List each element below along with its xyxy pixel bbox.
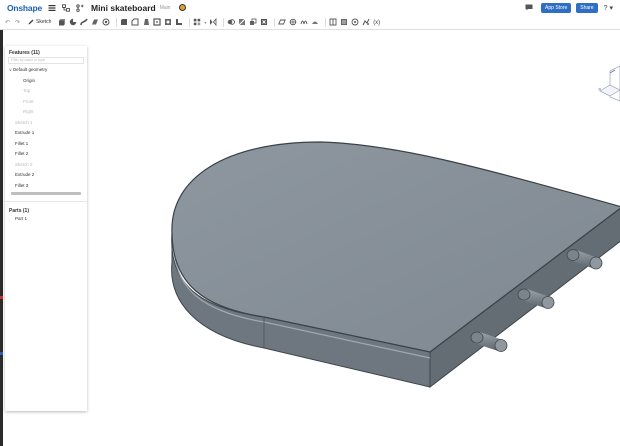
feature-item-label: Extrude 1 [15,130,35,135]
hole-icon[interactable] [164,18,172,26]
parts-header[interactable]: Parts (1) [5,202,87,214]
feature-toolbar: ↶ ↷ Sketch ▾ (x) [0,15,620,30]
pattern-dropdown-icon[interactable]: ▾ [204,20,206,25]
app-store-button[interactable]: App Store [541,2,572,13]
feature-item[interactable]: Origin [5,76,87,87]
draft-icon[interactable] [142,18,150,26]
feature-item-label: Top [23,88,31,93]
feature-item-label: Front [23,98,34,104]
thicken-icon[interactable] [102,18,110,26]
document-tree-icon[interactable] [62,3,70,12]
graphics-viewport[interactable] [88,31,620,446]
feature-item[interactable]: Top [5,86,87,97]
sketch-button[interactable]: Sketch [28,19,51,25]
toolbar-divider [274,17,276,27]
toolbar-divider [189,17,191,27]
loft-icon[interactable] [91,18,99,26]
feature-item[interactable]: Fillet 1 [5,139,87,150]
part-render[interactable] [88,31,620,446]
shell-icon[interactable] [153,18,161,26]
edge-accent [0,296,3,299]
onshape-logo[interactable]: Onshape [7,3,42,13]
undo-icon[interactable]: ↶ [5,19,10,26]
split-icon[interactable] [238,18,246,26]
feature-tree: ∨Default geometry Origin Top Front Right Sket… [5,65,87,191]
document-title[interactable]: Mini skateboard [91,3,156,13]
top-bar: Onshape Mini skateboard Main App Store S… [0,0,620,15]
feature-item[interactable]: Extrude 1 [5,128,87,139]
delete-part-icon[interactable] [260,18,268,26]
render-icon[interactable] [362,18,370,26]
helix-icon[interactable] [300,18,308,26]
view-cube-corner[interactable] [598,88,602,91]
feature-item[interactable]: Fillet 2 [5,149,87,160]
feature-item-label: Fillet 3 [15,182,29,188]
workspace-label[interactable]: Main [160,5,171,11]
feature-item[interactable]: Front [5,97,87,108]
feature-item-label: Sketch 1 [15,119,33,125]
share-button[interactable]: Share [576,2,598,13]
edge-accent [0,352,3,355]
comment-icon[interactable] [525,4,533,11]
features-header[interactable]: Features (11) [5,46,87,56]
part-item[interactable]: Part 1 [5,214,87,225]
toolbar-divider [223,17,225,27]
boolean-icon[interactable] [227,18,236,26]
feature-item[interactable]: Right [5,107,87,118]
measure-icon[interactable] [340,18,348,26]
left-edge-strip [0,0,3,446]
feature-item-label: Sketch 2 [15,161,33,167]
feature-list-scrollbar[interactable] [11,192,81,195]
feature-item[interactable]: Sketch 2 [5,160,87,171]
pattern-icon[interactable] [193,18,201,26]
help-icon[interactable]: ? ▾ [604,4,613,12]
section-view-icon[interactable] [329,18,337,26]
part-item-label: Part 1 [15,215,28,221]
sweep-icon[interactable] [80,18,89,26]
feature-item[interactable]: ∨Default geometry [5,65,87,76]
surface-icon[interactable] [311,18,319,26]
feature-item-label: Fillet 1 [15,140,29,146]
feature-item[interactable]: Sketch 1 [5,118,87,129]
feature-filter-input[interactable]: Filter by name or type [8,57,84,64]
mate-connector-icon[interactable] [289,18,297,26]
parts-list: Part 1 [5,214,87,225]
feature-item-label: Fillet 2 [15,151,29,156]
plane-icon[interactable] [278,18,287,26]
feature-item-label: Origin [23,77,36,83]
toolbar-divider [116,17,118,27]
top-bar-actions: App Store Share ? ▾ [525,0,620,15]
feature-item[interactable]: Fillet 3 [5,181,87,192]
revolve-icon[interactable] [69,18,77,26]
chevron-down-icon[interactable]: ∨ [9,65,12,76]
feature-item-label: Right [23,109,34,114]
feature-item[interactable]: Extrude 2 [5,170,87,181]
transform-icon[interactable] [249,18,257,26]
svg-text:(x): (x) [374,20,381,26]
feature-item-label: Default geometry [12,67,48,72]
chamfer-icon[interactable] [131,18,139,26]
toolbar-divider [325,17,327,27]
feature-tools: ▾ (x) [58,17,384,27]
sketch-label: Sketch [36,19,52,25]
menu-icon[interactable] [48,4,56,12]
fillet-icon[interactable] [120,18,128,26]
feature-item-label: Extrude 2 [15,172,35,177]
versions-icon[interactable] [76,3,84,12]
pencil-icon [28,19,34,25]
view-cube[interactable] [598,63,620,103]
appearance-icon[interactable] [351,18,359,26]
feature-list-panel: Features (11) Filter by name or type ∨De… [5,46,87,411]
mirror-icon[interactable] [209,18,217,26]
rib-icon[interactable] [175,18,183,26]
variable-icon[interactable]: (x) [373,18,381,26]
extrude-icon[interactable] [58,18,66,26]
redo-icon[interactable]: ↷ [15,19,20,26]
document-status-icon[interactable] [178,4,186,11]
